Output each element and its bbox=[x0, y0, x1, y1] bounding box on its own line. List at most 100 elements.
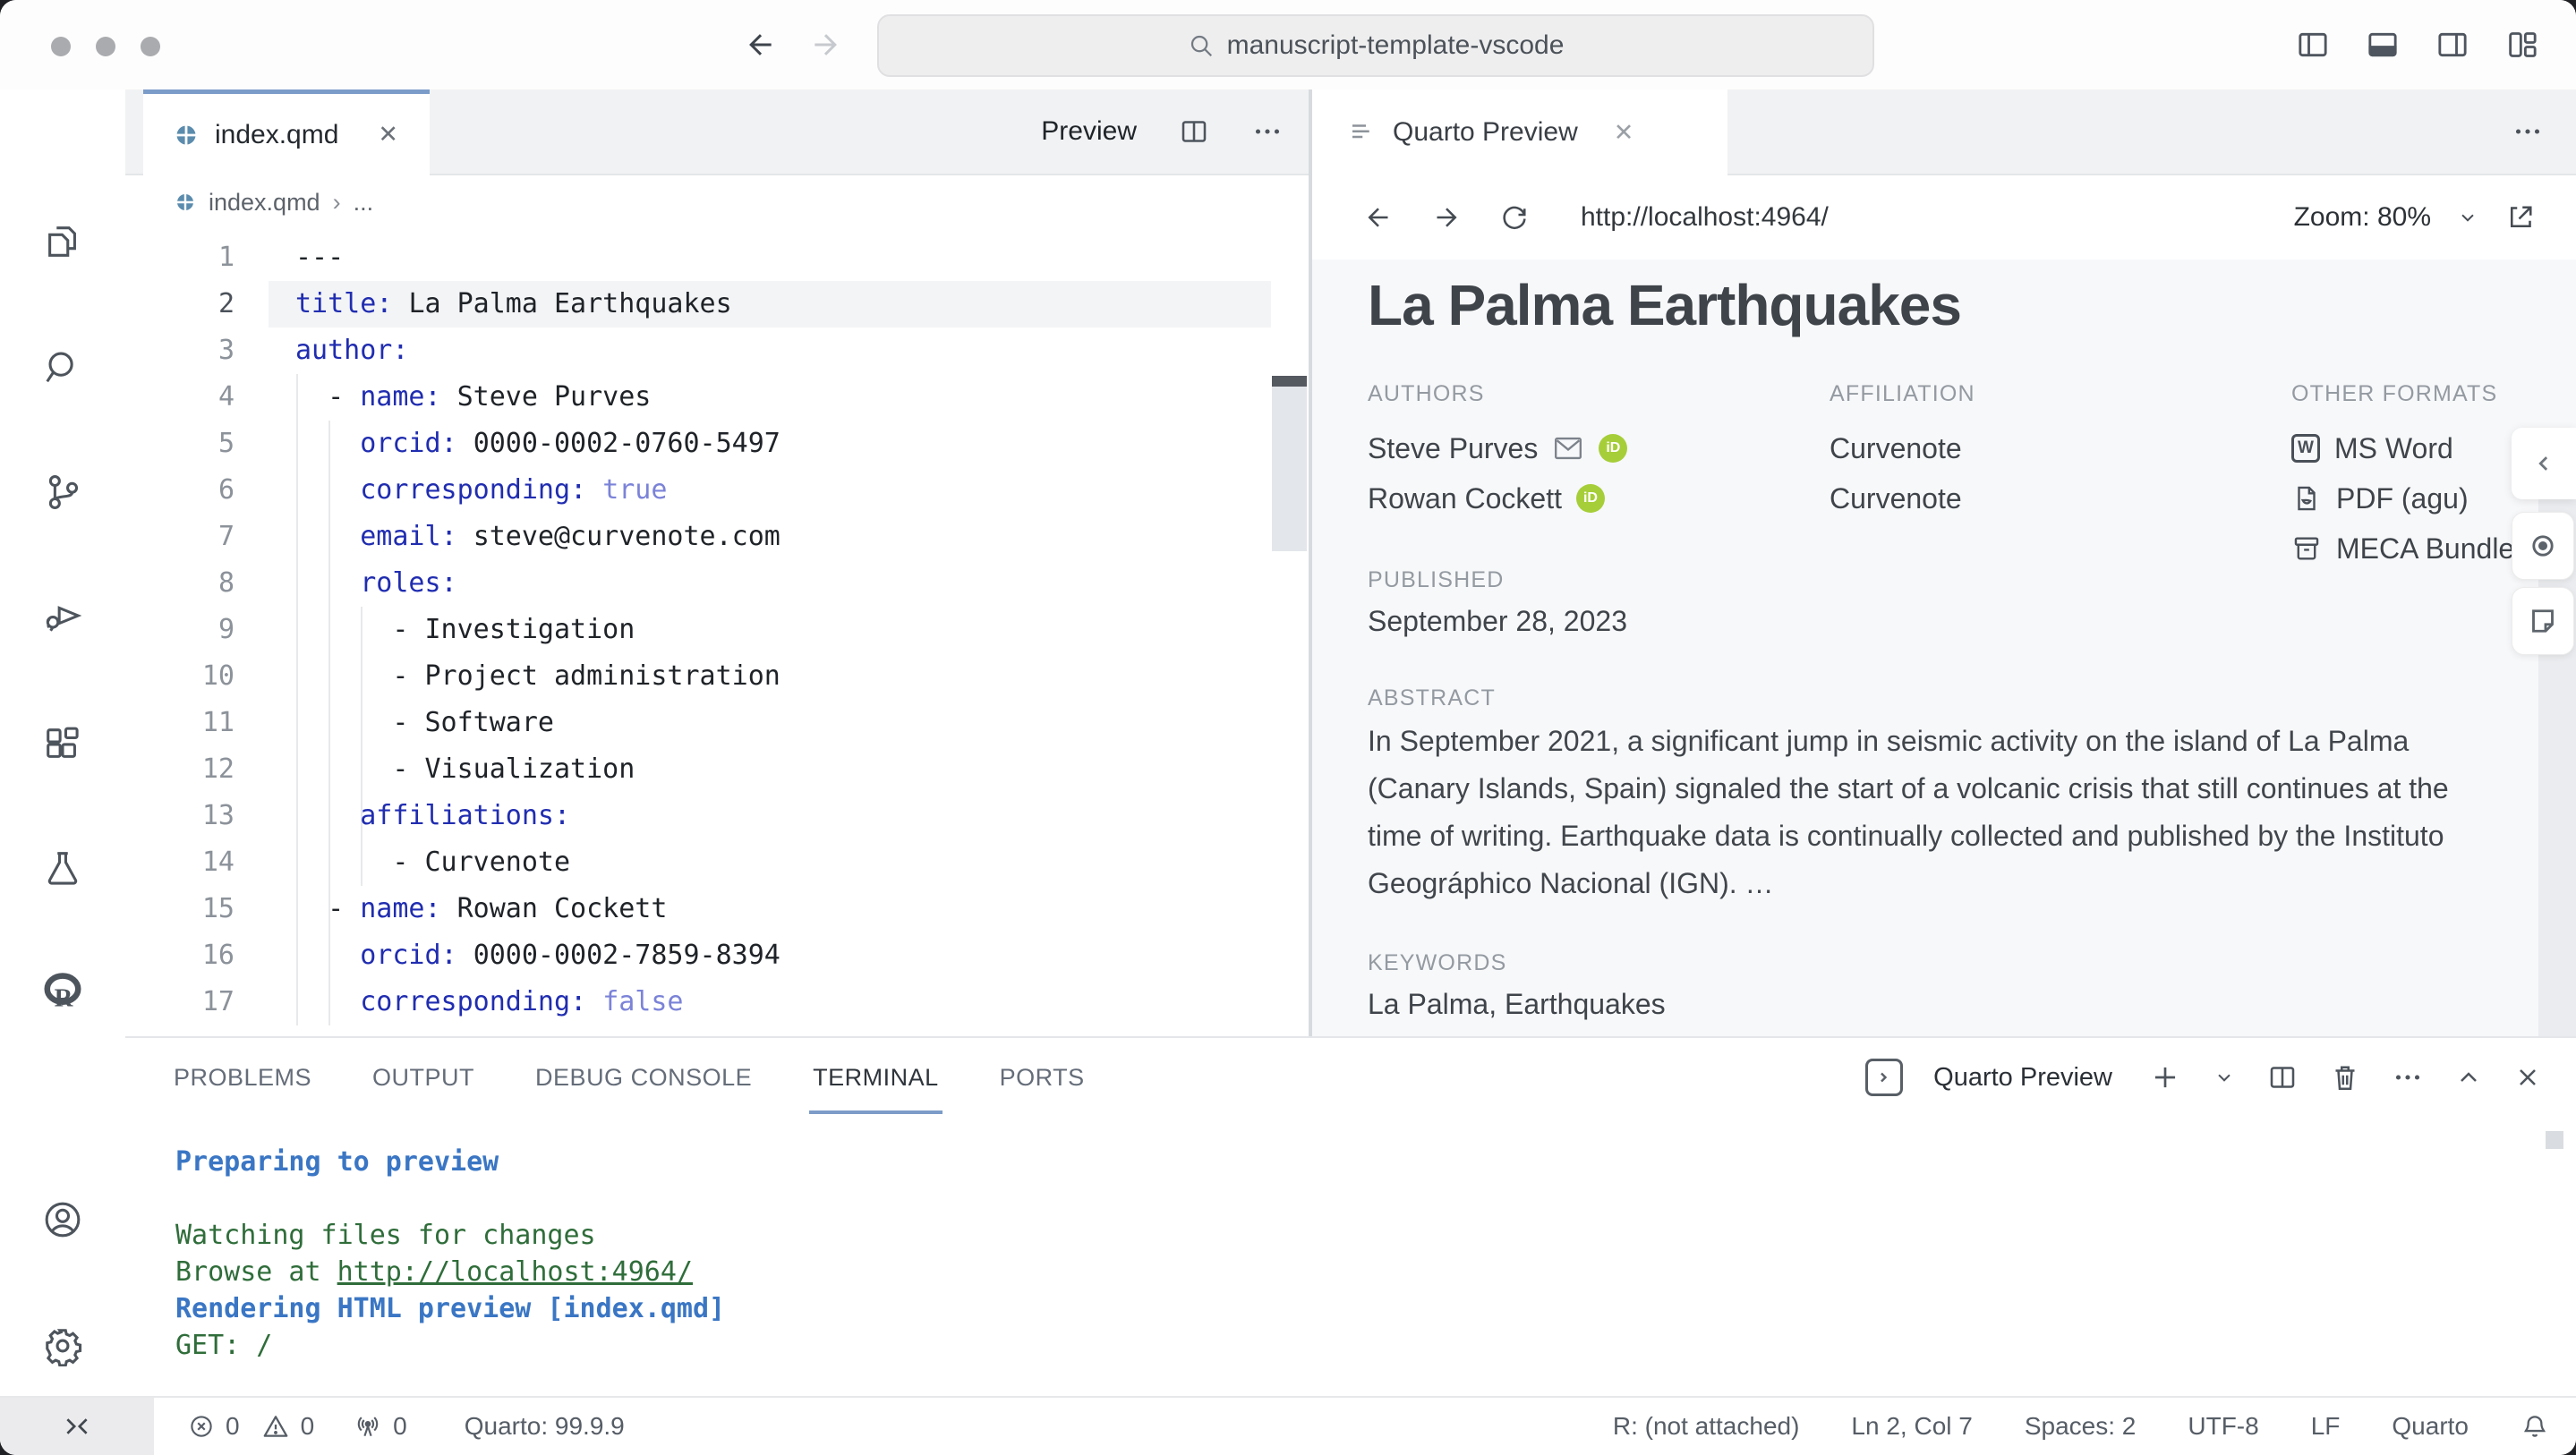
tab-index-qmd[interactable]: index.qmd ✕ bbox=[143, 89, 430, 175]
code-line[interactable]: 9 - Investigation bbox=[125, 607, 1309, 653]
search-sidebar-icon[interactable] bbox=[42, 347, 83, 388]
breadcrumb-file[interactable]: index.qmd bbox=[209, 189, 320, 217]
zoom-window-icon[interactable] bbox=[141, 37, 160, 56]
code-text: corresponding: true bbox=[360, 474, 668, 506]
orcid-icon[interactable]: iD bbox=[1575, 484, 1605, 513]
code-line[interactable]: 1 --- bbox=[125, 234, 1309, 281]
code-line[interactable]: 14 - Curvenote bbox=[125, 839, 1309, 886]
ports-status[interactable]: 0 bbox=[354, 1412, 407, 1441]
remote-indicator[interactable] bbox=[0, 1398, 154, 1455]
code-line[interactable]: 11 - Software bbox=[125, 700, 1309, 746]
new-terminal-icon[interactable] bbox=[2148, 1060, 2182, 1094]
code-line[interactable]: 13 affiliations: bbox=[125, 793, 1309, 839]
code-text: - Software bbox=[295, 707, 554, 738]
preview-back-icon[interactable] bbox=[1362, 201, 1395, 234]
chevron-down-icon[interactable] bbox=[2456, 206, 2479, 229]
close-tab-icon[interactable]: ✕ bbox=[378, 121, 398, 149]
code-line[interactable]: 15 - name: Rowan Cockett bbox=[125, 886, 1309, 932]
status-item[interactable]: Quarto bbox=[2392, 1412, 2469, 1441]
history-forward-icon[interactable] bbox=[807, 27, 843, 63]
notes-button[interactable] bbox=[2512, 587, 2574, 655]
code-line[interactable]: 3 author: bbox=[125, 328, 1309, 374]
run-debug-icon[interactable] bbox=[42, 595, 83, 636]
panel-tab[interactable]: DEBUG CONSOLE bbox=[535, 1064, 752, 1092]
code-line[interactable]: 16 orcid: 0000-0002-7859-8394 bbox=[125, 932, 1309, 979]
editor-scrollbar[interactable] bbox=[1272, 387, 1307, 551]
accounts-icon[interactable] bbox=[42, 1199, 83, 1240]
history-back-icon[interactable] bbox=[743, 27, 779, 63]
zoom-level[interactable]: Zoom: 80% bbox=[2294, 202, 2431, 233]
status-item[interactable]: Ln 2, Col 7 bbox=[1851, 1412, 1972, 1441]
problems-status[interactable]: 0 0 bbox=[188, 1412, 314, 1441]
reader-view-button[interactable] bbox=[2512, 512, 2574, 580]
format-label[interactable]: MS Word bbox=[2334, 432, 2453, 465]
code-line[interactable]: 8 roles: bbox=[125, 560, 1309, 607]
explorer-icon[interactable] bbox=[42, 221, 83, 262]
email-icon[interactable] bbox=[1552, 434, 1584, 463]
code-line[interactable]: 2 title: La Palma Earthquakes bbox=[125, 281, 1309, 328]
kill-terminal-icon[interactable] bbox=[2329, 1061, 2361, 1093]
status-item[interactable]: UTF-8 bbox=[2188, 1412, 2258, 1441]
customize-layout-icon[interactable] bbox=[2504, 27, 2540, 63]
minimize-window-icon[interactable] bbox=[96, 37, 115, 56]
toggle-primary-sidebar-icon[interactable] bbox=[2295, 27, 2331, 63]
format-row[interactable]: W MS Word bbox=[2291, 423, 2514, 473]
toggle-panel-icon[interactable] bbox=[2365, 27, 2401, 63]
code-line[interactable]: 5 orcid: 0000-0002-0760-5497 bbox=[125, 421, 1309, 467]
breadcrumb[interactable]: index.qmd › ... bbox=[125, 175, 373, 229]
testing-beaker-icon[interactable] bbox=[42, 847, 83, 889]
format-label[interactable]: PDF (agu) bbox=[2336, 482, 2469, 515]
breadcrumb-more[interactable]: ... bbox=[354, 189, 374, 217]
code-line[interactable]: 6 corresponding: true bbox=[125, 467, 1309, 514]
status-item[interactable]: R: (not attached) bbox=[1613, 1412, 1800, 1441]
preview-button[interactable]: Preview bbox=[1041, 116, 1137, 147]
quarto-version[interactable]: Quarto: 99.9.9 bbox=[465, 1412, 625, 1441]
code-line[interactable]: 4 - name: Steve Purves bbox=[125, 374, 1309, 421]
close-panel-icon[interactable] bbox=[2513, 1063, 2542, 1092]
panel-tab[interactable]: TERMINAL bbox=[809, 1064, 943, 1114]
toggle-secondary-sidebar-icon[interactable] bbox=[2435, 27, 2470, 63]
code-editor[interactable]: 1 --- 2 title: La Palma Earthquakes 3 au… bbox=[125, 229, 1309, 1036]
close-tab-icon[interactable]: ✕ bbox=[1614, 119, 1634, 147]
extensions-icon[interactable] bbox=[42, 723, 83, 764]
collapse-panel-button[interactable] bbox=[2512, 428, 2576, 499]
panel-tab[interactable]: PROBLEMS bbox=[174, 1064, 311, 1092]
orcid-icon[interactable]: iD bbox=[1599, 434, 1628, 463]
code-line[interactable]: 7 email: steve@curvenote.com bbox=[125, 514, 1309, 560]
format-row[interactable]: MECA Bundle bbox=[2291, 523, 2514, 574]
preview-url[interactable]: http://localhost:4964/ bbox=[1581, 202, 1829, 233]
terminal-dropdown-icon[interactable] bbox=[2213, 1066, 2236, 1089]
format-label[interactable]: MECA Bundle bbox=[2336, 532, 2514, 566]
code-text: email: steve@curvenote.com bbox=[360, 521, 780, 552]
close-window-icon[interactable] bbox=[51, 37, 71, 56]
split-editor-icon[interactable] bbox=[1178, 115, 1210, 148]
status-item[interactable]: LF bbox=[2311, 1412, 2341, 1441]
format-row[interactable]: PDF (agu) bbox=[2291, 473, 2514, 523]
settings-gear-icon[interactable] bbox=[42, 1325, 83, 1366]
code-line[interactable]: 17 corresponding: false bbox=[125, 979, 1309, 1025]
line-number: 15 bbox=[201, 893, 235, 924]
split-terminal-icon[interactable] bbox=[2266, 1061, 2299, 1093]
workspace-title: manuscript-template-vscode bbox=[1226, 30, 1565, 60]
refresh-icon[interactable] bbox=[1498, 201, 1531, 234]
preview-scrollbar[interactable] bbox=[2538, 499, 2576, 1036]
command-center-search[interactable]: manuscript-template-vscode bbox=[877, 14, 1874, 77]
maximize-panel-icon[interactable] bbox=[2454, 1063, 2483, 1092]
panel-tab[interactable]: PORTS bbox=[1000, 1064, 1085, 1092]
source-control-icon[interactable] bbox=[42, 472, 83, 513]
terminal-session-label[interactable]: Quarto Preview bbox=[1933, 1063, 2112, 1093]
panel-scrollbar[interactable] bbox=[2546, 1131, 2563, 1149]
code-line[interactable]: 12 - Visualization bbox=[125, 746, 1309, 793]
notifications-bell-icon[interactable] bbox=[2521, 1412, 2549, 1441]
status-item[interactable]: Spaces: 2 bbox=[2025, 1412, 2137, 1441]
terminal-output[interactable]: Preparing to preview Watching files for … bbox=[175, 1144, 725, 1364]
r-language-icon[interactable]: R bbox=[42, 971, 83, 1012]
panel-more-icon[interactable] bbox=[2392, 1061, 2424, 1093]
code-line[interactable]: 10 - Project administration bbox=[125, 653, 1309, 700]
more-actions-icon[interactable] bbox=[2512, 115, 2544, 148]
more-actions-icon[interactable] bbox=[1251, 115, 1284, 148]
panel-tab[interactable]: OUTPUT bbox=[372, 1064, 474, 1092]
open-external-icon[interactable] bbox=[2504, 201, 2537, 234]
tab-quarto-preview[interactable]: Quarto Preview ✕ bbox=[1312, 89, 1727, 175]
preview-forward-icon[interactable] bbox=[1430, 201, 1463, 234]
